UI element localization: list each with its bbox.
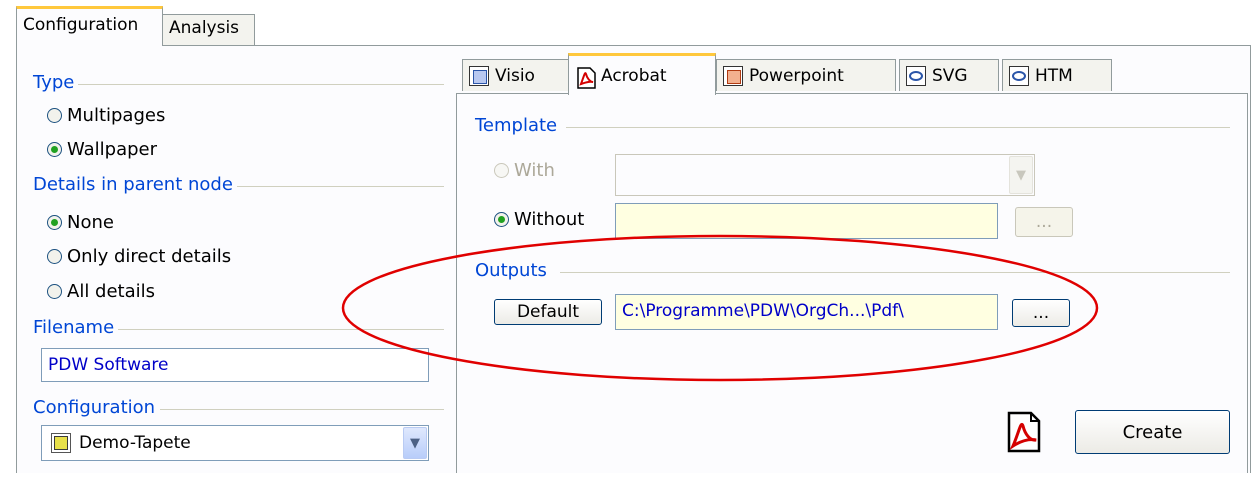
tab-visio-label: Visio: [495, 65, 535, 86]
radio-none-label: None: [67, 212, 114, 233]
tab-svg[interactable]: SVG: [899, 59, 999, 91]
tab-visio[interactable]: Visio: [462, 59, 570, 91]
radio-without-label: Without: [514, 209, 585, 230]
radio-circle: [47, 284, 62, 299]
radio-wallpaper-label: Wallpaper: [67, 139, 158, 160]
configuration-select[interactable]: Demo-Tapete ▼: [41, 425, 429, 461]
tab-powerpoint[interactable]: Powerpoint: [716, 59, 896, 91]
acrobat-icon: [575, 66, 596, 89]
radio-with-label: With: [514, 160, 555, 181]
configuration-select-value: Demo-Tapete: [79, 433, 191, 453]
template-group-label: Template: [475, 115, 562, 136]
details-group-label: Details in parent node: [33, 174, 237, 195]
powerpoint-icon: [723, 65, 743, 86]
radio-circle: [47, 142, 62, 157]
radio-multipages-label: Multipages: [67, 105, 166, 126]
web-icon: [1009, 65, 1029, 86]
tab-htm-label: HTM: [1035, 65, 1073, 86]
radio-wallpaper[interactable]: Wallpaper: [47, 139, 157, 160]
create-button[interactable]: Create: [1075, 410, 1230, 454]
radio-all-details-label: All details: [67, 281, 156, 302]
radio-without[interactable]: Without: [494, 209, 584, 230]
radio-all-details[interactable]: All details: [47, 281, 155, 302]
configuration-icon: [51, 433, 71, 453]
type-group-label: Type: [33, 72, 79, 93]
radio-circle: [494, 163, 509, 178]
radio-circle: [494, 212, 509, 227]
template-group-line: [566, 127, 1230, 128]
radio-circle: [47, 108, 62, 123]
configuration-group-label: Configuration: [33, 397, 160, 418]
tab-svg-label: SVG: [932, 65, 968, 86]
configuration-group-line: [160, 409, 444, 410]
visio-icon: [469, 65, 489, 86]
tab-configuration[interactable]: Configuration: [16, 6, 163, 46]
radio-multipages[interactable]: Multipages: [47, 105, 165, 126]
template-select[interactable]: ▼: [615, 154, 1035, 196]
radio-circle: [47, 249, 62, 264]
tab-configuration-label: Configuration: [23, 15, 139, 35]
acrobat-icon: [1007, 411, 1041, 453]
tab-analysis[interactable]: Analysis: [162, 14, 255, 46]
details-group-line: [236, 186, 444, 187]
tab-analysis-label: Analysis: [169, 18, 240, 38]
tab-acrobat-label: Acrobat: [601, 65, 667, 86]
radio-only-direct-details[interactable]: Only direct details: [47, 246, 231, 267]
radio-circle: [47, 215, 62, 230]
tab-powerpoint-label: Powerpoint: [749, 65, 844, 86]
tab-acrobat[interactable]: Acrobat: [568, 53, 716, 95]
annotation-ellipse: [341, 234, 1099, 382]
radio-with[interactable]: With: [494, 160, 555, 181]
chevron-down-icon[interactable]: ▼: [1009, 156, 1033, 194]
web-icon: [906, 65, 926, 86]
type-group-line: [66, 84, 444, 85]
tab-htm[interactable]: HTM: [1002, 59, 1112, 91]
chevron-down-icon[interactable]: ▼: [403, 427, 427, 459]
radio-none[interactable]: None: [47, 212, 114, 233]
filename-group-label: Filename: [33, 317, 119, 338]
radio-only-direct-details-label: Only direct details: [67, 246, 232, 267]
